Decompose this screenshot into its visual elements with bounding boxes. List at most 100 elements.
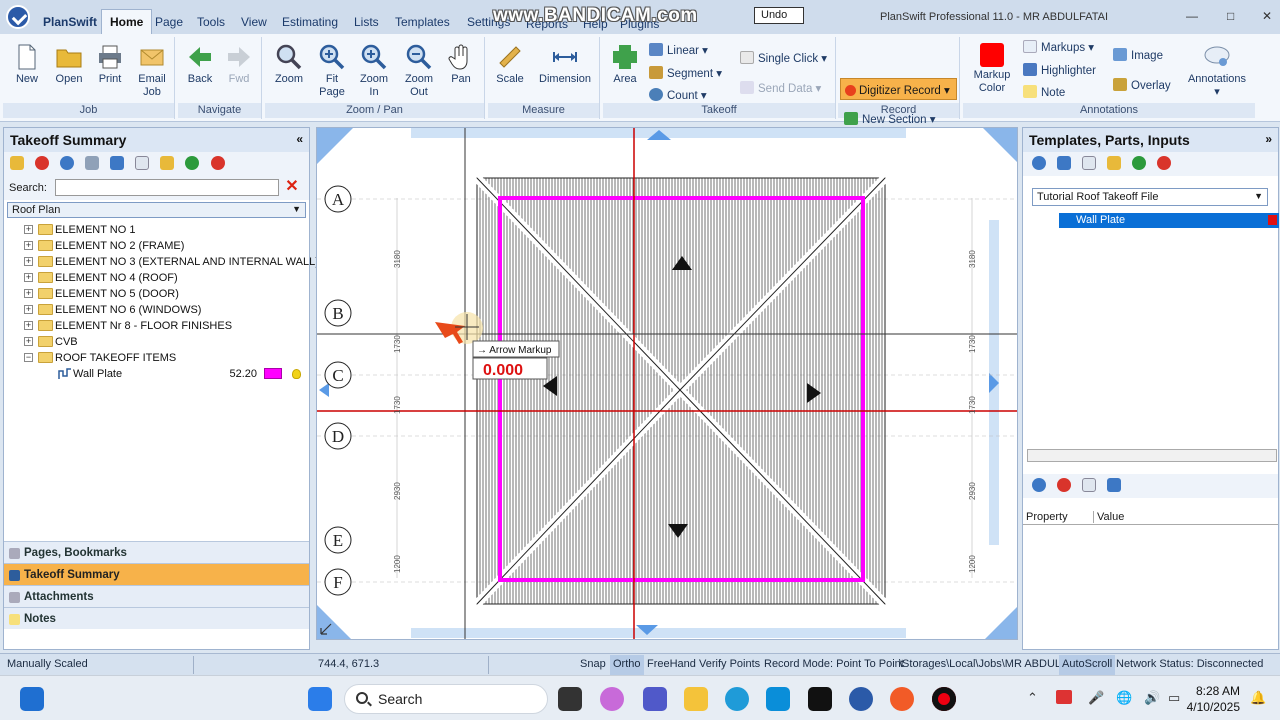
- tree-row[interactable]: + ELEMENT NO 5 (DOOR): [4, 286, 309, 302]
- expand-icon[interactable]: +: [24, 337, 33, 346]
- nav-tab-attachments[interactable]: Attachments: [4, 585, 309, 607]
- volume-icon[interactable]: 🔊: [1144, 690, 1160, 706]
- drawing-canvas[interactable]: A B C D E F 3180 1730 1730 2930 1200 318…: [316, 127, 1018, 640]
- single-click-button[interactable]: Single Click ▾: [740, 51, 827, 65]
- expand-icon[interactable]: +: [24, 241, 33, 250]
- add-icon[interactable]: [185, 156, 200, 170]
- fit-page-button[interactable]: Fit Page: [315, 43, 349, 99]
- horizontal-scrollbar[interactable]: [1027, 449, 1277, 462]
- widgets-icon[interactable]: [20, 687, 44, 711]
- tab-page[interactable]: Page: [155, 15, 183, 29]
- count-button[interactable]: Count ▾: [649, 88, 707, 102]
- expand-icon[interactable]: +: [24, 225, 33, 234]
- freehand-toggle[interactable]: FreeHand: [647, 658, 696, 670]
- nav-tab-notes[interactable]: Notes: [4, 607, 309, 629]
- tree-row[interactable]: + ELEMENT NO 3 (EXTERNAL AND INTERNAL WAL…: [4, 254, 319, 270]
- linear-button[interactable]: Linear ▾: [649, 43, 708, 57]
- minimize-icon[interactable]: —: [1186, 9, 1198, 23]
- dimension-button[interactable]: Dimension: [534, 43, 596, 86]
- delete-icon[interactable]: [35, 156, 50, 170]
- windows-start-icon[interactable]: [308, 687, 332, 711]
- print-button[interactable]: Print: [93, 43, 127, 86]
- teams-icon[interactable]: [643, 687, 667, 711]
- new-button[interactable]: New: [11, 43, 43, 86]
- record-tray-icon[interactable]: [1056, 690, 1072, 704]
- refresh-icon[interactable]: [1057, 156, 1072, 170]
- bandicam-icon[interactable]: [932, 687, 956, 711]
- gear-icon[interactable]: [1032, 156, 1046, 170]
- tradingview-icon[interactable]: [808, 687, 832, 711]
- note-button[interactable]: Note: [1023, 85, 1065, 99]
- new-section-button[interactable]: New Section ▾: [844, 112, 936, 126]
- gear-icon[interactable]: [1032, 478, 1046, 492]
- folder-icon[interactable]: [10, 156, 24, 170]
- chevron-up-icon[interactable]: ⌃: [1027, 690, 1038, 706]
- tree-row[interactable]: + ELEMENT NO 4 (ROOF): [4, 270, 309, 286]
- roof-plan-drawing[interactable]: A B C D E F 3180 1730 1730 2930 1200 318…: [317, 128, 1018, 640]
- remove-icon[interactable]: [1157, 156, 1172, 170]
- search-input[interactable]: [55, 179, 279, 196]
- new-folder-icon[interactable]: [160, 156, 175, 170]
- microphone-icon[interactable]: 🎤: [1088, 690, 1104, 706]
- back-button[interactable]: Back: [184, 43, 216, 86]
- nav-tab-takeoff-summary[interactable]: Takeoff Summary: [4, 563, 309, 585]
- zoom-button[interactable]: Zoom: [271, 43, 307, 86]
- tree-row[interactable]: + ELEMENT NO 1: [4, 222, 309, 238]
- close-icon[interactable]: ✕: [1262, 9, 1272, 23]
- collapse-icon[interactable]: −: [24, 353, 33, 362]
- segment-button[interactable]: Segment ▾: [649, 66, 722, 80]
- zoom-in-button[interactable]: Zoom In: [357, 43, 391, 99]
- tree-row[interactable]: + CVB: [4, 334, 309, 350]
- expand-icon[interactable]: +: [24, 289, 33, 298]
- page-select[interactable]: Roof Plan ▼: [7, 202, 306, 218]
- collapse-left-icon[interactable]: «: [296, 132, 303, 146]
- zoom-out-button[interactable]: Zoom Out: [401, 43, 437, 99]
- planswift-logo-icon[interactable]: [6, 5, 30, 29]
- firefox-icon[interactable]: [890, 687, 914, 711]
- battery-icon[interactable]: ▭: [1168, 690, 1180, 706]
- delete-icon[interactable]: [1057, 478, 1072, 492]
- annotations-button[interactable]: Annotations ▾: [1185, 43, 1249, 99]
- autoscroll-toggle[interactable]: AutoScroll: [1059, 655, 1116, 675]
- tab-estimating[interactable]: Estimating: [282, 15, 338, 29]
- tree-row[interactable]: + ELEMENT Nr 8 - FLOOR FINISHES: [4, 318, 309, 334]
- table-icon[interactable]: [1082, 478, 1097, 492]
- notification-bell-icon[interactable]: 🔔: [1250, 690, 1266, 706]
- gear-icon[interactable]: [60, 156, 75, 170]
- tree-row[interactable]: + ELEMENT NO 2 (FRAME): [4, 238, 309, 254]
- refresh-icon[interactable]: [110, 156, 125, 170]
- tab-lists[interactable]: Lists: [354, 15, 379, 29]
- task-view-icon[interactable]: [558, 687, 582, 711]
- lightbulb-icon[interactable]: [292, 369, 301, 379]
- collapse-right-icon[interactable]: »: [1265, 132, 1272, 146]
- import-icon[interactable]: [1082, 156, 1097, 170]
- forward-button[interactable]: Fwd: [223, 43, 255, 86]
- digitizer-record-button[interactable]: Digitizer Record ▾: [840, 78, 957, 100]
- pan-button[interactable]: Pan: [445, 43, 477, 86]
- open-button[interactable]: Open: [52, 43, 86, 86]
- template-item-wall-plate[interactable]: Wall Plate: [1059, 213, 1279, 228]
- new-folder-icon[interactable]: [1107, 156, 1122, 170]
- tab-view[interactable]: View: [241, 15, 267, 29]
- copilot-icon[interactable]: [600, 687, 624, 711]
- nav-tab-pages-bookmarks[interactable]: Pages, Bookmarks: [4, 541, 309, 563]
- file-explorer-icon[interactable]: [684, 687, 708, 711]
- tree-row-wall-plate[interactable]: Wall Plate 52.20: [4, 366, 309, 382]
- expand-icon[interactable]: +: [24, 321, 33, 330]
- expand-icon[interactable]: +: [24, 305, 33, 314]
- maximize-icon[interactable]: □: [1227, 9, 1234, 23]
- tab-home[interactable]: Home: [101, 9, 153, 35]
- template-select[interactable]: Tutorial Roof Takeoff File ▼: [1032, 188, 1268, 206]
- planswift-taskbar-icon[interactable]: [849, 687, 873, 711]
- store-icon[interactable]: [766, 687, 790, 711]
- tree-row[interactable]: − ROOF TAKEOFF ITEMS: [4, 350, 309, 366]
- expand-icon[interactable]: +: [24, 257, 33, 266]
- overlay-button[interactable]: Overlay: [1113, 78, 1171, 92]
- image-button[interactable]: Image: [1113, 48, 1163, 62]
- markups-button[interactable]: Markups ▾: [1023, 40, 1094, 54]
- taskbar-search[interactable]: Search: [344, 684, 548, 714]
- snap-toggle[interactable]: Snap: [580, 658, 606, 670]
- send-data-button[interactable]: Send Data ▾: [740, 81, 821, 95]
- table-icon[interactable]: [135, 156, 150, 170]
- refresh-icon[interactable]: [1107, 478, 1122, 492]
